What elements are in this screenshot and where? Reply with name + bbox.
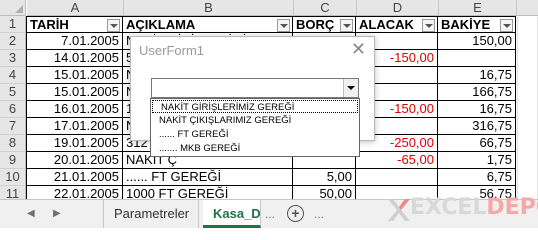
cell-tarih[interactable]: 21.01.2005 [26, 169, 123, 186]
cell-alacak[interactable]: -65,00 [356, 152, 438, 169]
filter-dropdown-icon[interactable] [107, 19, 120, 32]
cell-bakiye[interactable]: 150,00 [438, 33, 516, 50]
cell-bakiye[interactable]: 6,75 [438, 169, 516, 186]
row-header[interactable]: 4 [0, 67, 26, 84]
row-header[interactable]: 2 [0, 33, 26, 50]
dropdown-item[interactable]: ....... MKB GEREĞİ [151, 142, 359, 155]
logo-text-excel: EXCEL [410, 195, 487, 220]
row-header[interactable]: 8 [0, 135, 26, 152]
column-header-d[interactable]: D [357, 0, 439, 16]
dropdown-item[interactable]: NAKİT ÇIKIŞLARIMIZ GEREĞİ [151, 114, 359, 127]
cell-tarih[interactable]: 20.01.2005 [26, 152, 123, 169]
header-label: ALACAK [359, 17, 414, 32]
tab-scroll-dots-icon[interactable]: ... [314, 207, 324, 221]
chevron-down-icon[interactable] [343, 79, 358, 97]
row-header[interactable]: 3 [0, 50, 26, 67]
cell-tarih[interactable]: 19.01.2005 [26, 135, 123, 152]
row-header[interactable]: 7 [0, 118, 26, 135]
more-sheets-icon[interactable]: ... [265, 207, 275, 221]
row-header[interactable]: 5 [0, 84, 26, 101]
gridline [517, 17, 518, 199]
logo-text-depo: DEPO [486, 195, 538, 220]
logo-x-icon [388, 199, 410, 221]
row-header[interactable]: 10 [0, 169, 26, 186]
header-cell-aciklama[interactable]: AÇIKLAMA [123, 16, 293, 33]
column-header-a[interactable]: A [27, 0, 124, 16]
cell-bakiye[interactable]: 66,75 [438, 135, 516, 152]
cell-bakiye[interactable]: 316,75 [438, 118, 516, 135]
sheet-tab-parametreler[interactable]: Parametreler [103, 200, 199, 228]
row-header[interactable]: 1 [0, 16, 26, 33]
header-cell-borc[interactable]: BORÇ [293, 16, 356, 33]
logo-text: EXCELDEPO [410, 195, 538, 221]
column-header-blank[interactable] [517, 0, 538, 16]
header-label: BORÇ [296, 17, 335, 32]
cell-bakiye[interactable]: 1,75 [438, 152, 516, 169]
cell-alacak[interactable] [356, 169, 438, 186]
column-header-e[interactable]: E [439, 0, 517, 16]
scroll-left-icon[interactable]: ◀ [27, 208, 35, 219]
header-cell-alacak[interactable]: ALACAK [356, 16, 438, 33]
userform-title: UserForm1 [139, 43, 205, 58]
column-header-c[interactable]: C [294, 0, 357, 16]
cell-borc[interactable]: 5,00 [293, 169, 356, 186]
cell-tarih[interactable]: 15.01.2005 [26, 67, 123, 84]
filter-dropdown-icon[interactable] [500, 19, 513, 32]
filter-dropdown-icon[interactable] [422, 19, 435, 32]
header-cell-tarih[interactable]: TARİH [26, 16, 123, 33]
dropdown-item[interactable]: NAKİT GİRİŞLERİMİZ GEREĞİ [152, 100, 358, 113]
row-header[interactable]: 6 [0, 101, 26, 118]
header-label: AÇIKLAMA [126, 17, 196, 32]
column-header-b[interactable]: B [124, 0, 294, 16]
combobox-input[interactable] [151, 78, 359, 98]
cell-bakiye[interactable]: 16,75 [438, 67, 516, 84]
cell-tarih[interactable]: 15.01.2005 [26, 84, 123, 101]
cell-bakiye[interactable] [438, 50, 516, 67]
sheet-tab-kasa[interactable]: Kasa_D [203, 200, 261, 228]
scroll-right-icon[interactable]: ▶ [53, 208, 61, 219]
close-icon[interactable]: ✕ [351, 39, 366, 59]
header-cell-bakiye[interactable]: BAKİYE [438, 16, 516, 33]
filter-dropdown-icon[interactable] [277, 19, 290, 32]
filter-dropdown-icon[interactable] [340, 19, 353, 32]
excel-depo-logo: EXCELDEPO [386, 191, 538, 228]
select-all-icon [15, 5, 23, 13]
select-all-corner[interactable] [0, 0, 26, 16]
header-label: BAKİYE [441, 17, 491, 32]
cell-tarih[interactable]: 17.01.2005 [26, 118, 123, 135]
cell-tarih[interactable]: 16.01.2005 [26, 101, 123, 118]
cell-bakiye[interactable]: 16,75 [438, 101, 516, 118]
header-label: TARİH [30, 17, 69, 32]
dropdown-item[interactable]: ...... FT GEREĞİ [151, 128, 359, 141]
cell-bakiye[interactable]: 166,75 [438, 84, 516, 101]
cell-tarih[interactable]: 7.01.2005 [26, 33, 123, 50]
add-sheet-button[interactable]: + [287, 205, 304, 222]
cell-tarih[interactable]: 14.01.2005 [26, 50, 123, 67]
row-header[interactable]: 9 [0, 152, 26, 169]
cell-aciklama[interactable]: ...... FT GEREĞİ [123, 169, 293, 186]
combobox-dropdown-list[interactable]: NAKİT GİRİŞLERİMİZ GEREĞİ NAKİT ÇIKIŞLAR… [150, 98, 360, 157]
